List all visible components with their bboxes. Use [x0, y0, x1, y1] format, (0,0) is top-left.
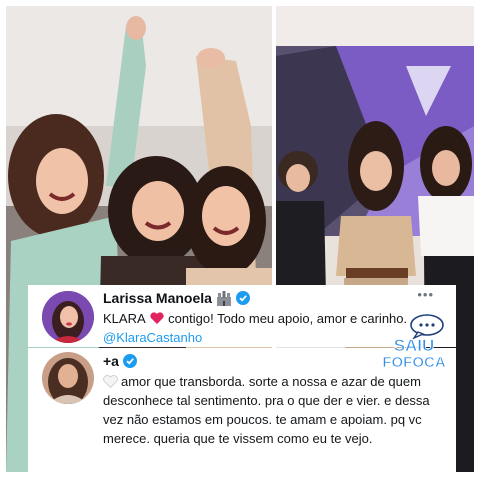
logo-line-2: FOFOCA [382, 354, 445, 371]
display-name[interactable]: +a [103, 353, 119, 369]
tweet-body: amor que transborda. sorte a nossa e aza… [103, 374, 430, 446]
tweet-text-rest: contigo! Todo meu apoio, amor e carinho. [164, 311, 408, 326]
more-options-icon[interactable]: ••• [417, 287, 434, 302]
mention-link[interactable]: @KlaraCastanho [103, 330, 202, 345]
display-name[interactable]: Larissa Manoela [103, 290, 212, 306]
image-frame: Larissa Manoela ••• KLARA contigo! Todo … [0, 0, 480, 480]
avatar[interactable] [42, 352, 94, 404]
verified-badge-icon [235, 291, 250, 305]
saiu-fofoca-logo: SAIU FOFOCA [378, 313, 450, 373]
red-heart-icon [149, 310, 164, 324]
verified-badge-icon [122, 354, 137, 368]
castle-icon [216, 290, 232, 306]
tweet-text: amor que transborda. sorte a nossa e aza… [103, 372, 448, 448]
speech-bubble-icon [410, 314, 444, 340]
author-row: +a [103, 352, 137, 370]
tweet-text-start: KLARA [103, 311, 145, 326]
avatar[interactable] [42, 291, 94, 343]
logo-line-1: SAIU [394, 336, 435, 355]
author-row: Larissa Manoela [103, 289, 250, 307]
white-heart-icon [103, 374, 118, 389]
